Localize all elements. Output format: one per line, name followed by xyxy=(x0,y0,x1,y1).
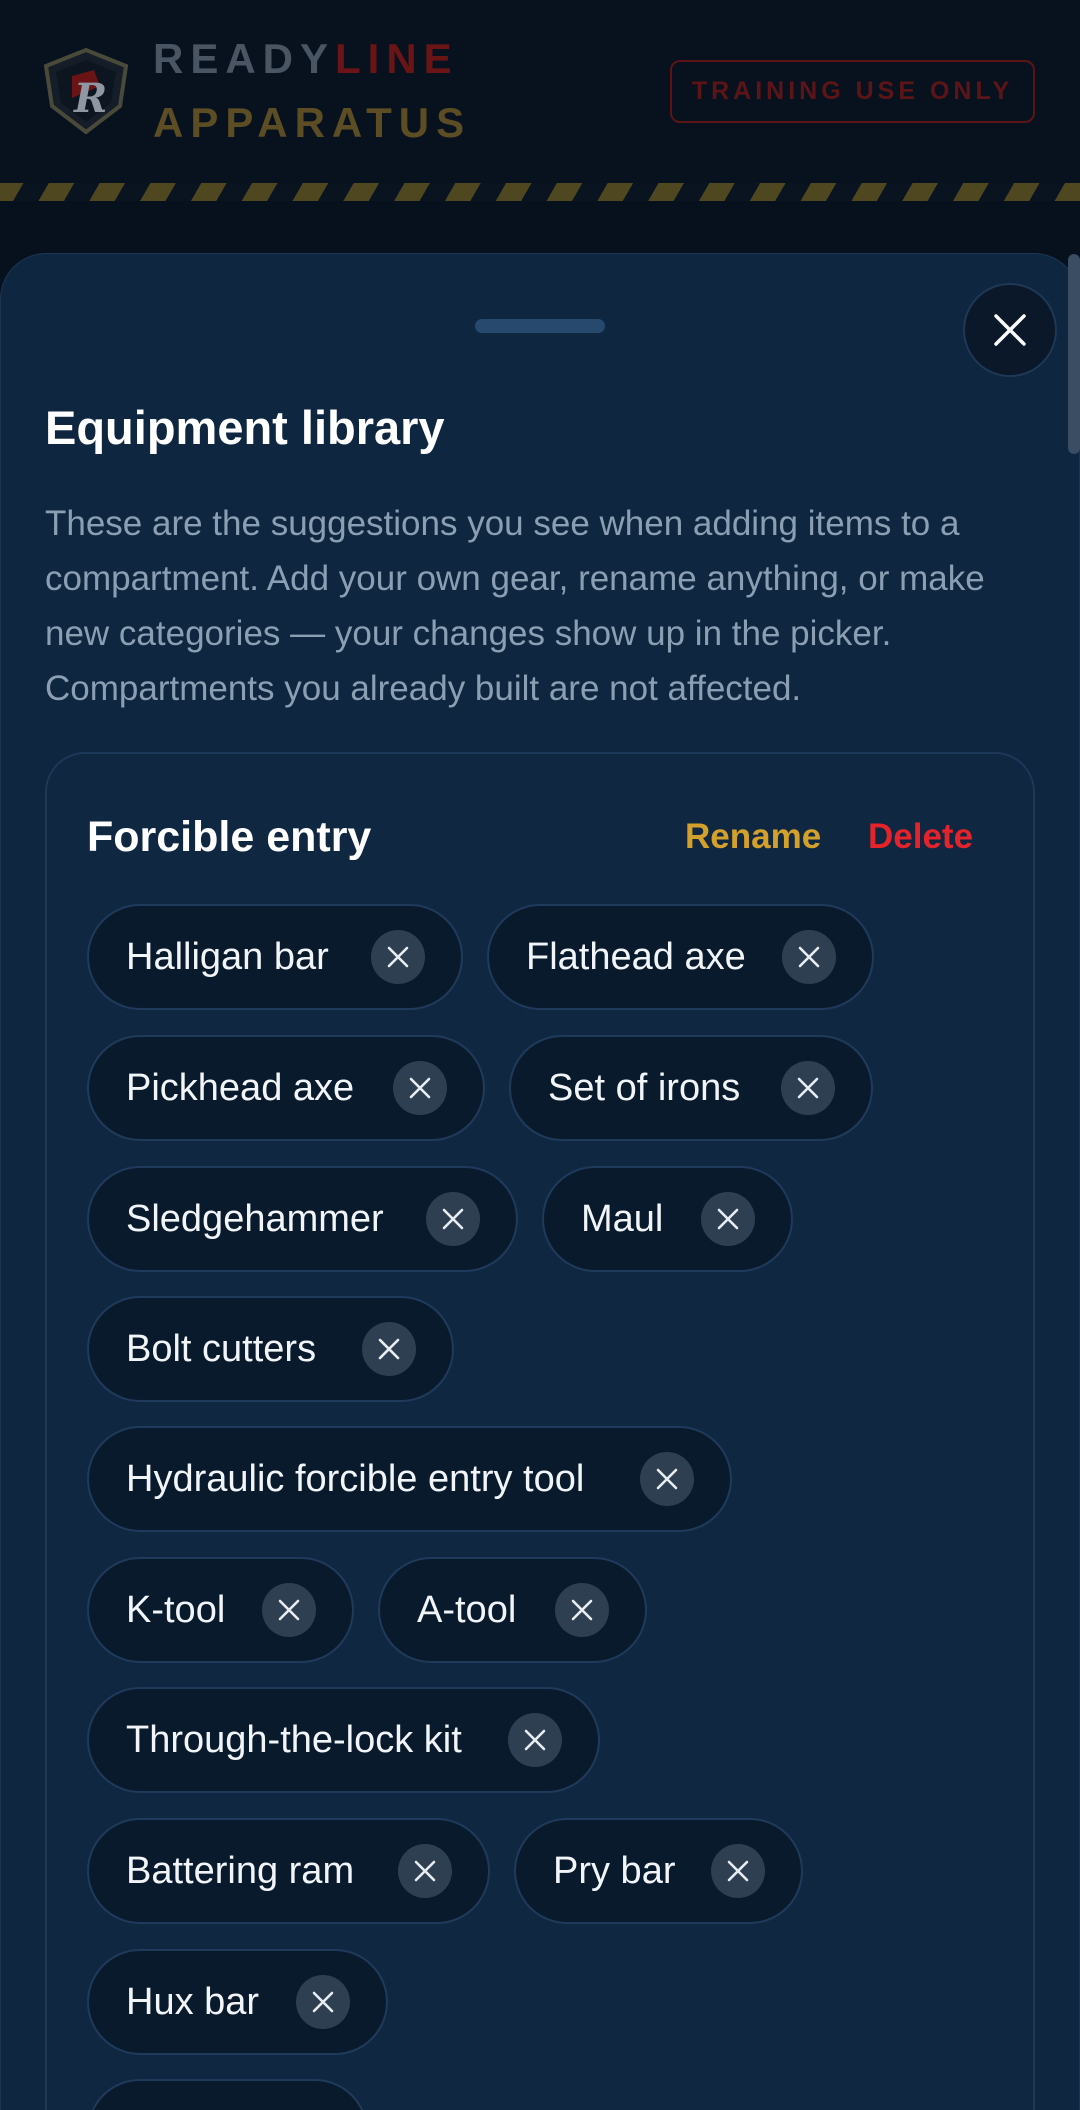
brand-part-ready: READY xyxy=(153,35,336,82)
svg-text:R: R xyxy=(73,75,107,122)
remove-x-icon xyxy=(442,1208,464,1230)
training-use-badge: TRAINING USE ONLY xyxy=(670,60,1035,123)
remove-x-icon xyxy=(798,946,820,968)
chip-label: Bolt cutters xyxy=(126,1327,317,1370)
chip-label: Hydraulic forcible entry tool xyxy=(126,1457,585,1500)
close-button[interactable] xyxy=(963,283,1057,377)
brand-subtitle: APPARATUS xyxy=(153,99,472,146)
remove-x-icon xyxy=(717,1208,739,1230)
remove-chip-button[interactable] xyxy=(371,930,425,984)
remove-chip-button[interactable] xyxy=(362,1322,416,1376)
equipment-chip: Pickhead axe xyxy=(87,1035,485,1141)
remove-x-icon xyxy=(312,1991,334,2013)
brand-wordmark: READY LINE APPARATUS xyxy=(153,32,471,150)
rename-category-button[interactable]: Rename xyxy=(685,812,821,862)
sheet-title: Equipment library xyxy=(45,401,445,454)
remove-chip-button[interactable] xyxy=(781,1061,835,1115)
remove-x-icon xyxy=(409,1077,431,1099)
remove-x-icon xyxy=(727,1860,749,1882)
remove-chip-button[interactable] xyxy=(640,1452,694,1506)
remove-chip-button[interactable] xyxy=(555,1583,609,1637)
brand-part-line: LINE xyxy=(335,35,459,82)
equipment-chip: Hydraulic forcible entry tool xyxy=(87,1426,732,1532)
remove-x-icon xyxy=(414,1860,436,1882)
equipment-chip: A-tool xyxy=(378,1557,647,1663)
sheet-description: These are the suggestions you see when a… xyxy=(45,504,985,708)
close-icon xyxy=(994,314,1026,346)
remove-chip-button[interactable] xyxy=(426,1192,480,1246)
shield-logo-icon: R xyxy=(43,47,129,135)
equipment-chip: Flathead axe xyxy=(487,904,874,1010)
hazard-stripe-divider xyxy=(0,183,1080,201)
remove-x-icon xyxy=(378,1338,400,1360)
remove-chip-button[interactable] xyxy=(782,930,836,984)
remove-x-icon xyxy=(797,1077,819,1099)
remove-x-icon xyxy=(656,1468,678,1490)
delete-category-button[interactable]: Delete xyxy=(868,812,973,862)
remove-chip-button[interactable] xyxy=(398,1844,452,1898)
equipment-chip: Bolt cutters xyxy=(87,1296,454,1402)
remove-chip-button[interactable] xyxy=(711,1844,765,1898)
chip-label: Pickhead axe xyxy=(126,1066,355,1109)
chip-label: Pry bar xyxy=(553,1849,676,1892)
remove-chip-button[interactable] xyxy=(262,1583,316,1637)
chip-label: Halligan bar xyxy=(126,935,329,978)
chip-label: Maul xyxy=(581,1197,664,1240)
equipment-chip: Battering ram xyxy=(87,1818,490,1924)
remove-chip-button[interactable] xyxy=(508,1713,562,1767)
chip-label: Set of irons xyxy=(548,1066,741,1109)
equipment-chip: Sledgehammer xyxy=(87,1166,518,1272)
equipment-chip: Maul xyxy=(542,1166,793,1272)
chip-label: Sledgehammer xyxy=(126,1197,384,1240)
equipment-chip: Through-the-lock kit xyxy=(87,1687,600,1793)
scrollbar-thumb[interactable] xyxy=(1068,254,1080,454)
remove-x-icon xyxy=(524,1729,546,1751)
sheet-drag-handle[interactable] xyxy=(475,319,605,333)
remove-x-icon xyxy=(571,1599,593,1621)
chip-label: Hux bar xyxy=(126,1980,260,2023)
category-title: Forcible entry xyxy=(87,813,372,861)
chip-label: Flathead axe xyxy=(526,935,746,978)
remove-chip-button[interactable] xyxy=(393,1061,447,1115)
chip-label: Battering ram xyxy=(126,1849,355,1892)
app-header: R READY LINE APPARATUS TRAINING USE ONLY xyxy=(0,0,1080,183)
equipment-chip: Halligan bar xyxy=(87,904,463,1010)
remove-chip-button[interactable] xyxy=(701,1192,755,1246)
equipment-chip-partial[interactable] xyxy=(87,2079,368,2110)
equipment-chip: Set of irons xyxy=(509,1035,873,1141)
chip-label: Through-the-lock kit xyxy=(126,1718,462,1761)
equipment-chip: Pry bar xyxy=(514,1818,803,1924)
remove-chip-button[interactable] xyxy=(296,1975,350,2029)
chip-label: A-tool xyxy=(417,1588,517,1631)
equipment-chip: K-tool xyxy=(87,1557,354,1663)
equipment-chip: Hux bar xyxy=(87,1949,388,2055)
remove-x-icon xyxy=(387,946,409,968)
remove-x-icon xyxy=(278,1599,300,1621)
chip-label: K-tool xyxy=(126,1588,226,1631)
